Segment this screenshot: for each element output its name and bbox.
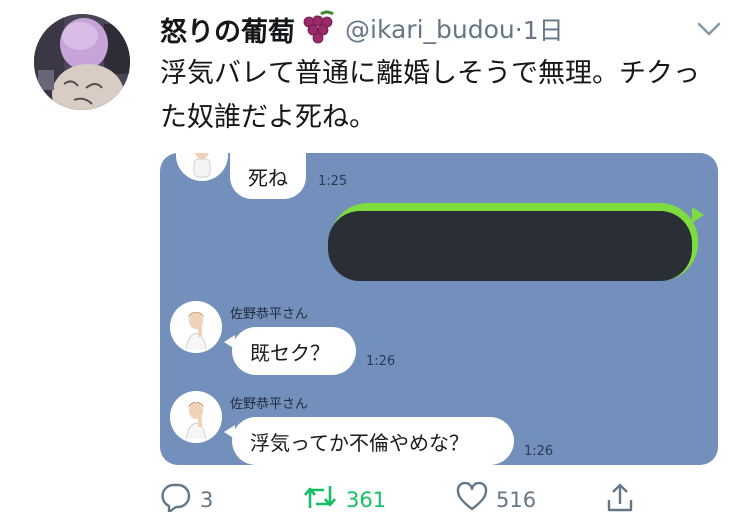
retweet-count: 361 <box>346 487 387 512</box>
chat-time: 1:25 <box>318 174 348 189</box>
display-name[interactable]: 怒りの葡萄 <box>160 10 295 49</box>
chat-avatar <box>176 153 228 181</box>
chat-time: 1:26 <box>366 354 396 369</box>
grapes-emoji-icon <box>299 10 339 48</box>
chat-time: 1:26 <box>524 444 554 459</box>
tweet-actions: 3 361 516 <box>160 481 633 518</box>
tweet-text: 浮気バレて普通に離婚しそうで無理。チクった奴誰だよ死ね。 <box>160 58 700 133</box>
avatar-image <box>34 14 130 110</box>
separator-dot: · <box>514 14 523 44</box>
tweet-header: 怒りの葡萄 @ikari_budou · 1日 <box>160 10 564 49</box>
chat-bubble: 既セク？ <box>232 327 356 375</box>
chat-message-text: 死ね <box>248 165 288 190</box>
chat-avatar <box>170 301 222 353</box>
bubble-tail <box>224 335 235 349</box>
redaction-block <box>328 211 692 281</box>
chat-message-text: 浮気ってか不倫やめな？ <box>250 430 469 455</box>
heart-icon <box>456 481 488 517</box>
tweet-media-image[interactable]: 死ね 1:25 佐野恭平さん 既セク？ 1:26 佐野恭平さん 浮気ってか不倫や… <box>160 153 718 465</box>
chat-sender-name: 佐野恭平さん <box>230 397 309 412</box>
reply-icon <box>160 482 192 517</box>
retweet-button[interactable]: 361 <box>302 482 386 517</box>
bubble-tail <box>224 425 235 439</box>
chat-bubble: 死ね <box>230 153 306 199</box>
like-count: 516 <box>496 487 537 512</box>
chat-sender-name: 佐野恭平さん <box>230 307 309 322</box>
chat-message-text: 既セク？ <box>250 340 330 365</box>
reply-button[interactable]: 3 <box>160 482 213 517</box>
bubble-tail <box>692 207 704 223</box>
user-avatar[interactable] <box>34 14 130 110</box>
share-icon <box>606 482 634 519</box>
chat-bubble: 浮気ってか不倫やめな？ <box>232 417 514 465</box>
chat-avatar <box>170 391 222 443</box>
reply-count: 3 <box>200 487 214 512</box>
share-button[interactable] <box>606 482 634 519</box>
tweet-timestamp[interactable]: 1日 <box>523 11 564 47</box>
retweet-icon <box>302 482 338 517</box>
user-handle[interactable]: @ikari_budou <box>345 15 515 44</box>
chevron-down-icon[interactable] <box>694 16 724 42</box>
like-button[interactable]: 516 <box>456 481 537 517</box>
